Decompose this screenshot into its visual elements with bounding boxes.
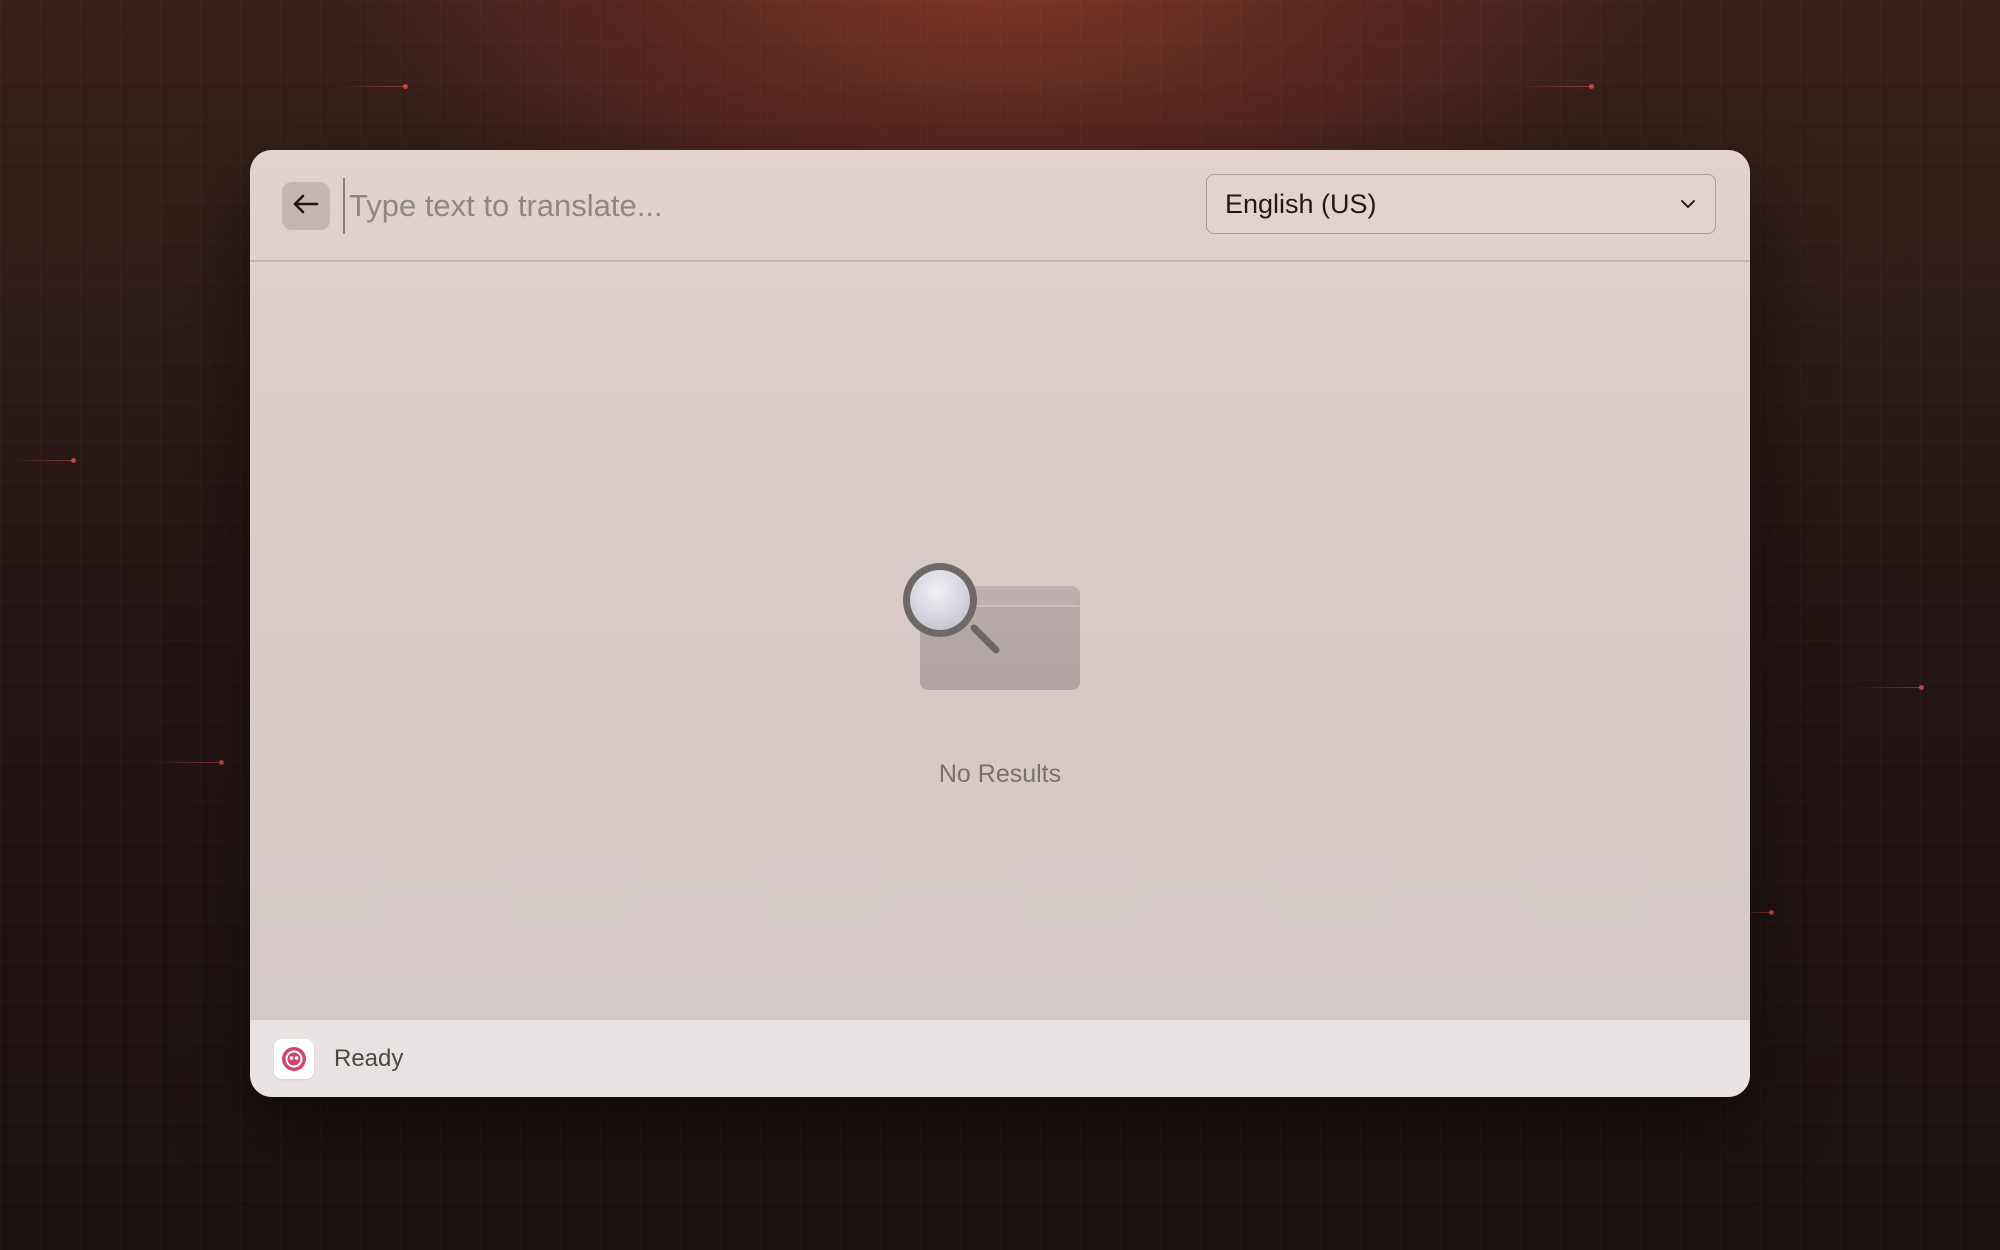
translate-window: English (US) [250,150,1750,1097]
translate-input[interactable] [343,178,1129,234]
background-streak [1520,84,1594,89]
app-logo-icon [274,1038,314,1079]
language-select-value: English (US) [1225,188,1377,219]
back-button[interactable] [282,182,330,230]
arrow-left-icon [293,194,319,219]
no-results-message: No Results [938,760,1062,788]
status-bar: Ready [250,1020,1750,1097]
search-bar: English (US) [250,150,1750,262]
background-streak [1858,685,1924,690]
background-streak [340,84,408,89]
background-streak [150,760,224,765]
language-select[interactable]: English (US) [1206,174,1716,234]
chevron-down-icon [1679,195,1697,213]
status-text: Ready [334,1044,404,1072]
background-streak [10,458,76,463]
magnifier-empty-icon [898,560,1098,710]
